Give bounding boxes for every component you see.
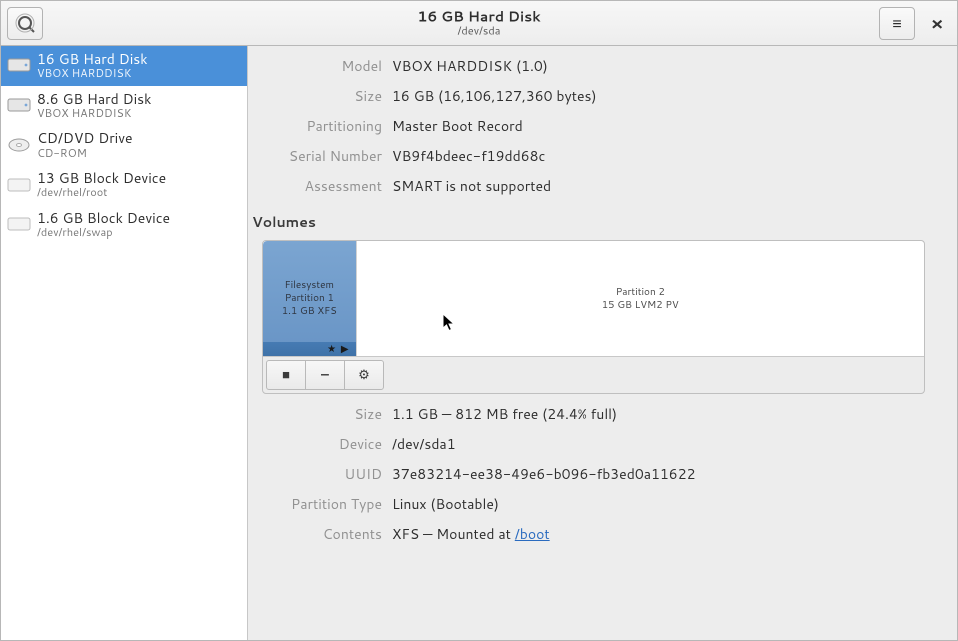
label-assessment: Assessment	[262, 176, 382, 196]
inspect-button[interactable]	[7, 7, 43, 40]
label-vol-ptype: Partition Type	[262, 494, 382, 514]
volumes-box: FilesystemPartition 11.1 GB XFS ★ ▶ Partit…	[262, 240, 925, 394]
label-vol-device: Device	[262, 434, 382, 454]
stop-button[interactable]: ■	[266, 360, 306, 390]
optical-icon	[7, 136, 31, 154]
sidebar-item-4[interactable]: 1.6 GB Block Device/dev/rhel/swap	[1, 205, 247, 245]
sidebar-item-2[interactable]: CD/DVD DriveCD-ROM	[1, 125, 247, 165]
value-size: 16 GB (16,106,127,360 bytes)	[392, 86, 939, 106]
label-model: Model	[262, 56, 382, 76]
partition-label: FilesystemPartition 11.1 GB XFS	[278, 275, 341, 322]
sidebar-item-1[interactable]: 8.6 GB Hard DiskVBOX HARDDISK	[1, 86, 247, 126]
partition-indicators: ★ ▶	[327, 343, 349, 356]
close-button[interactable]: ×	[923, 9, 951, 37]
value-vol-uuid: 37e83214-ee38-49e6-b096-fb3ed0a11622	[392, 464, 939, 484]
volumes-heading: Volumes	[252, 212, 939, 232]
menu-button[interactable]: ≡	[879, 7, 915, 40]
value-vol-contents: XFS — Mounted at /boot	[392, 524, 939, 544]
headerbar-title-wrap: 16 GB Hard Disk /dev/sda	[417, 9, 540, 38]
partition-label: Partition 215 GB LVM2 PV	[598, 282, 683, 316]
label-serial: Serial Number	[262, 146, 382, 166]
sidebar-item-sub: VBOX HARDDISK	[37, 107, 239, 120]
sidebar-item-0[interactable]: 16 GB Hard DiskVBOX HARDDISK	[1, 46, 247, 86]
magnifier-icon	[15, 13, 35, 33]
main-panel: Model VBOX HARDDISK (1.0) Size 16 GB (16…	[248, 46, 957, 640]
value-vol-size: 1.1 GB — 812 MB free (24.4% full)	[392, 404, 939, 424]
block-icon	[7, 215, 31, 233]
disk-info-grid: Model VBOX HARDDISK (1.0) Size 16 GB (16…	[262, 56, 939, 196]
headerbar: 16 GB Hard Disk /dev/sda ≡ ×	[1, 1, 957, 46]
partition-0[interactable]: FilesystemPartition 11.1 GB XFS ★ ▶	[263, 241, 356, 356]
value-model: VBOX HARDDISK (1.0)	[392, 56, 939, 76]
sidebar-item-sub: CD-ROM	[37, 147, 239, 160]
gears-icon: ⚙	[358, 366, 370, 384]
label-vol-size: Size	[262, 404, 382, 424]
label-vol-contents: Contents	[262, 524, 382, 544]
value-partitioning: Master Boot Record	[392, 116, 939, 136]
block-icon	[7, 176, 31, 194]
hamburger-icon: ≡	[892, 12, 901, 35]
value-assessment: SMART is not supported	[392, 176, 939, 196]
value-serial: VB9f4bdeec-f19dd68c	[392, 146, 939, 166]
sidebar-item-sub: VBOX HARDDISK	[37, 67, 239, 80]
stop-icon: ■	[282, 366, 290, 384]
value-vol-device: /dev/sda1	[392, 434, 939, 454]
value-vol-ptype: Linux (Bootable)	[392, 494, 939, 514]
hdd-icon	[7, 96, 31, 114]
device-sidebar: 16 GB Hard DiskVBOX HARDDISK8.6 GB Hard …	[1, 46, 248, 640]
sidebar-item-sub: /dev/rhel/root	[37, 186, 239, 199]
volumes-strip: FilesystemPartition 11.1 GB XFS ★ ▶ Partit…	[263, 241, 924, 357]
minus-icon: –	[321, 366, 329, 384]
label-partitioning: Partitioning	[262, 116, 382, 136]
settings-button[interactable]: ⚙	[344, 360, 384, 390]
remove-button[interactable]: –	[305, 360, 345, 390]
label-vol-uuid: UUID	[262, 464, 382, 484]
label-size: Size	[262, 86, 382, 106]
contents-text: XFS — Mounted at	[392, 524, 515, 544]
hdd-icon	[7, 56, 31, 74]
partition-1[interactable]: Partition 215 GB LVM2 PV	[356, 241, 924, 356]
sidebar-item-3[interactable]: 13 GB Block Device/dev/rhel/root	[1, 165, 247, 205]
mount-point-link[interactable]: /boot	[515, 524, 550, 544]
close-icon: ×	[931, 10, 944, 36]
volume-detail-grid: Size 1.1 GB — 812 MB free (24.4% full) D…	[262, 404, 939, 544]
sidebar-item-sub: /dev/rhel/swap	[37, 226, 239, 239]
volumes-toolbar: ■ – ⚙	[263, 357, 924, 393]
